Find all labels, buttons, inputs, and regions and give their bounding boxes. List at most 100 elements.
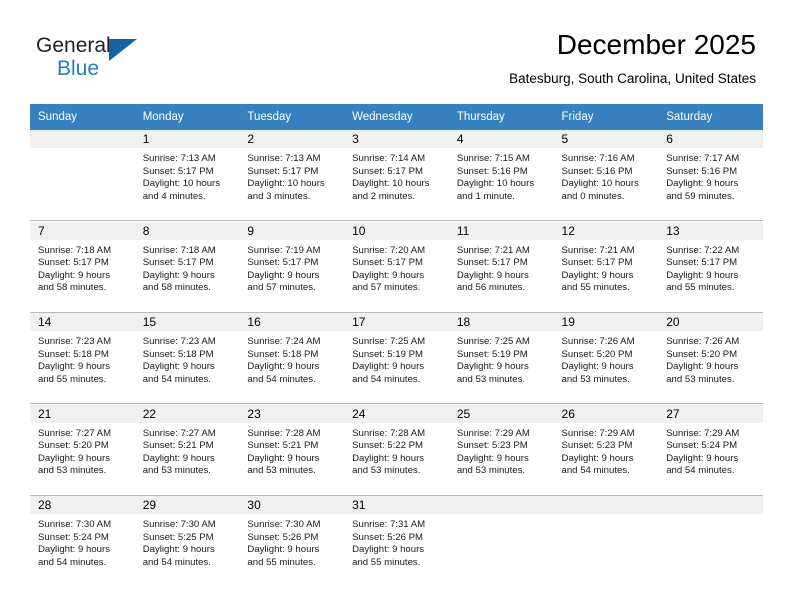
daylight-duration-line2: and 54 minutes.	[142, 556, 211, 568]
day-number: 20	[658, 313, 763, 331]
day-number	[30, 130, 135, 148]
daylight-duration-line1: Daylight: 9 hours	[38, 452, 110, 464]
calendar-day-cell[interactable]: 7 Sunrise: 7:18 AM Sunset: 5:17 PM Daylight…	[30, 221, 135, 313]
day-details: Sunrise: 7:13 AM Sunset: 5:17 PM Daylight:…	[239, 148, 344, 203]
sunrise-time: Sunrise: 7:18 AM	[142, 244, 216, 256]
calendar-day-cell[interactable]: 4 Sunrise: 7:15 AM Sunset: 5:16 PM Daylight…	[448, 130, 554, 221]
day-cell-inner: 1 Sunrise: 7:13 AM Sunset: 5:17 PM Daylight…	[134, 130, 240, 220]
calendar-page: General Blue December 2025 Batesburg, So…	[0, 0, 792, 612]
calendar-day-cell[interactable]: 11 Sunrise: 7:21 AM Sunset: 5:17 PM Dayligh…	[448, 221, 554, 313]
calendar-day-cell[interactable]: 20 Sunrise: 7:26 AM Sunset: 5:20 PM Dayligh…	[658, 313, 763, 404]
day-cell-inner: 20 Sunrise: 7:26 AM Sunset: 5:20 PM Dayligh…	[658, 313, 763, 403]
day-details: Sunrise: 7:17 AM Sunset: 5:16 PM Daylight:…	[658, 148, 763, 203]
day-number: 24	[344, 404, 449, 423]
daylight-duration-line2: and 55 minutes.	[38, 373, 107, 385]
daylight-duration-line2: and 4 minutes.	[142, 190, 206, 202]
weekday-header-thursday: Thursday	[448, 104, 554, 130]
day-cell-inner: 9 Sunrise: 7:19 AM Sunset: 5:17 PM Daylight…	[239, 221, 345, 312]
daylight-duration-line1: Daylight: 9 hours	[142, 361, 215, 373]
daylight-duration-line1: Daylight: 9 hours	[247, 544, 320, 556]
calendar-day-cell[interactable]: 16 Sunrise: 7:24 AM Sunset: 5:18 PM Dayligh…	[239, 313, 345, 404]
sunset-time: Sunset: 5:18 PM	[38, 348, 109, 360]
day-number: 23	[239, 404, 345, 423]
daylight-duration-line2: and 55 minutes.	[247, 556, 316, 568]
sunrise-time: Sunrise: 7:30 AM	[38, 519, 112, 530]
daylight-duration-line1: Daylight: 9 hours	[561, 361, 634, 373]
sunset-time: Sunset: 5:18 PM	[142, 348, 214, 360]
calendar-week-row: 1 Sunrise: 7:13 AM Sunset: 5:17 PM Daylight…	[30, 130, 763, 221]
calendar-day-cell[interactable]: 31 Sunrise: 7:31 AM Sunset: 5:26 PM Dayligh…	[344, 496, 449, 586]
calendar-day-cell[interactable]: 2 Sunrise: 7:13 AM Sunset: 5:17 PM Daylight…	[239, 130, 345, 221]
day-cell-inner	[553, 496, 659, 586]
day-cell-inner: 7 Sunrise: 7:18 AM Sunset: 5:17 PM Daylight…	[30, 221, 135, 312]
daylight-duration-line2: and 54 minutes.	[561, 465, 630, 477]
calendar-day-cell[interactable]: 23 Sunrise: 7:28 AM Sunset: 5:21 PM Dayligh…	[239, 404, 345, 496]
sunset-time: Sunset: 5:20 PM	[666, 348, 738, 360]
day-number	[448, 496, 554, 514]
sunset-time: Sunset: 5:25 PM	[142, 531, 214, 543]
calendar-day-cell[interactable]: 18 Sunrise: 7:25 AM Sunset: 5:19 PM Dayligh…	[448, 313, 554, 404]
sunset-time: Sunset: 5:26 PM	[352, 531, 424, 543]
calendar-day-cell[interactable]: 6 Sunrise: 7:17 AM Sunset: 5:16 PM Daylight…	[658, 130, 763, 221]
day-number: 22	[134, 404, 240, 423]
calendar-day-cell[interactable]: 5 Sunrise: 7:16 AM Sunset: 5:16 PM Daylight…	[553, 130, 659, 221]
daylight-duration-line2: and 58 minutes.	[142, 282, 211, 294]
day-number: 4	[448, 130, 554, 148]
calendar-day-cell[interactable]: 1 Sunrise: 7:13 AM Sunset: 5:17 PM Daylight…	[134, 130, 240, 221]
day-cell-inner: 18 Sunrise: 7:25 AM Sunset: 5:19 PM Dayligh…	[448, 313, 554, 403]
calendar-day-cell[interactable]: 22 Sunrise: 7:27 AM Sunset: 5:21 PM Dayligh…	[134, 404, 240, 496]
calendar-day-cell[interactable]: 26 Sunrise: 7:29 AM Sunset: 5:23 PM Dayligh…	[553, 404, 659, 496]
daylight-duration-line2: and 55 minutes.	[352, 556, 421, 568]
day-cell-inner: 29 Sunrise: 7:30 AM Sunset: 5:25 PM Dayligh…	[134, 496, 240, 586]
sunset-time: Sunset: 5:18 PM	[247, 348, 319, 360]
sunset-time: Sunset: 5:17 PM	[142, 257, 214, 269]
sunset-time: Sunset: 5:17 PM	[352, 165, 424, 177]
sunset-time: Sunset: 5:17 PM	[352, 257, 424, 269]
daylight-duration-line1: Daylight: 9 hours	[142, 452, 215, 464]
day-details: Sunrise: 7:29 AM Sunset: 5:23 PM Daylight:…	[554, 423, 659, 478]
sunset-time: Sunset: 5:24 PM	[38, 531, 109, 543]
day-cell-inner: 11 Sunrise: 7:21 AM Sunset: 5:17 PM Dayligh…	[448, 221, 554, 312]
daylight-duration-line2: and 54 minutes.	[38, 556, 107, 568]
daylight-duration-line2: and 54 minutes.	[352, 373, 421, 385]
calendar-day-cell[interactable]: 9 Sunrise: 7:19 AM Sunset: 5:17 PM Daylight…	[239, 221, 345, 313]
day-number: 1	[134, 130, 240, 148]
sunset-time: Sunset: 5:23 PM	[561, 440, 633, 452]
daylight-duration-line1: Daylight: 9 hours	[352, 544, 425, 556]
day-cell-inner: 15 Sunrise: 7:23 AM Sunset: 5:18 PM Dayligh…	[134, 313, 240, 403]
day-cell-inner: 25 Sunrise: 7:29 AM Sunset: 5:23 PM Dayligh…	[448, 404, 554, 495]
calendar-day-cell[interactable]: 24 Sunrise: 7:28 AM Sunset: 5:22 PM Dayligh…	[344, 404, 449, 496]
day-cell-inner: 3 Sunrise: 7:14 AM Sunset: 5:17 PM Daylight…	[344, 130, 449, 220]
day-number: 19	[553, 313, 659, 331]
logo-text-general: General	[36, 34, 111, 57]
calendar-day-cell[interactable]: 15 Sunrise: 7:23 AM Sunset: 5:18 PM Dayligh…	[134, 313, 240, 404]
calendar-day-cell[interactable]: 10 Sunrise: 7:20 AM Sunset: 5:17 PM Dayligh…	[344, 221, 449, 313]
calendar-empty-cell	[30, 130, 135, 221]
calendar-day-cell[interactable]: 25 Sunrise: 7:29 AM Sunset: 5:23 PM Dayligh…	[448, 404, 554, 496]
calendar-day-cell[interactable]: 27 Sunrise: 7:29 AM Sunset: 5:24 PM Dayligh…	[658, 404, 763, 496]
daylight-duration-line2: and 0 minutes.	[561, 190, 625, 202]
day-cell-inner: 8 Sunrise: 7:18 AM Sunset: 5:17 PM Daylight…	[134, 221, 240, 312]
day-number: 27	[658, 404, 763, 423]
calendar-day-cell[interactable]: 21 Sunrise: 7:27 AM Sunset: 5:20 PM Dayligh…	[30, 404, 135, 496]
day-details: Sunrise: 7:21 AM Sunset: 5:17 PM Daylight:…	[449, 240, 554, 295]
logo-triangle-icon	[109, 39, 137, 61]
calendar-day-cell[interactable]: 8 Sunrise: 7:18 AM Sunset: 5:17 PM Daylight…	[134, 221, 240, 313]
calendar-day-cell[interactable]: 12 Sunrise: 7:21 AM Sunset: 5:17 PM Dayligh…	[553, 221, 659, 313]
calendar-day-cell[interactable]: 14 Sunrise: 7:23 AM Sunset: 5:18 PM Dayligh…	[30, 313, 135, 404]
day-details: Sunrise: 7:25 AM Sunset: 5:19 PM Daylight:…	[449, 331, 554, 386]
daylight-duration-line2: and 3 minutes.	[247, 190, 311, 202]
calendar-day-cell[interactable]: 19 Sunrise: 7:26 AM Sunset: 5:20 PM Dayligh…	[553, 313, 659, 404]
calendar-day-cell[interactable]: 28 Sunrise: 7:30 AM Sunset: 5:24 PM Dayligh…	[30, 496, 135, 586]
day-details: Sunrise: 7:18 AM Sunset: 5:17 PM Daylight:…	[135, 240, 240, 295]
sunrise-time: Sunrise: 7:14 AM	[352, 153, 426, 164]
day-number: 3	[344, 130, 449, 148]
calendar-day-cell[interactable]: 29 Sunrise: 7:30 AM Sunset: 5:25 PM Dayligh…	[134, 496, 240, 586]
calendar-day-cell[interactable]: 17 Sunrise: 7:25 AM Sunset: 5:19 PM Dayligh…	[344, 313, 449, 404]
calendar-day-cell[interactable]: 3 Sunrise: 7:14 AM Sunset: 5:17 PM Daylight…	[344, 130, 449, 221]
day-number: 25	[448, 404, 554, 423]
calendar-day-cell[interactable]: 13 Sunrise: 7:22 AM Sunset: 5:17 PM Dayligh…	[658, 221, 763, 313]
day-cell-inner: 31 Sunrise: 7:31 AM Sunset: 5:26 PM Dayligh…	[344, 496, 449, 586]
sunrise-time: Sunrise: 7:29 AM	[456, 427, 530, 439]
calendar-day-cell[interactable]: 30 Sunrise: 7:30 AM Sunset: 5:26 PM Dayligh…	[239, 496, 345, 586]
